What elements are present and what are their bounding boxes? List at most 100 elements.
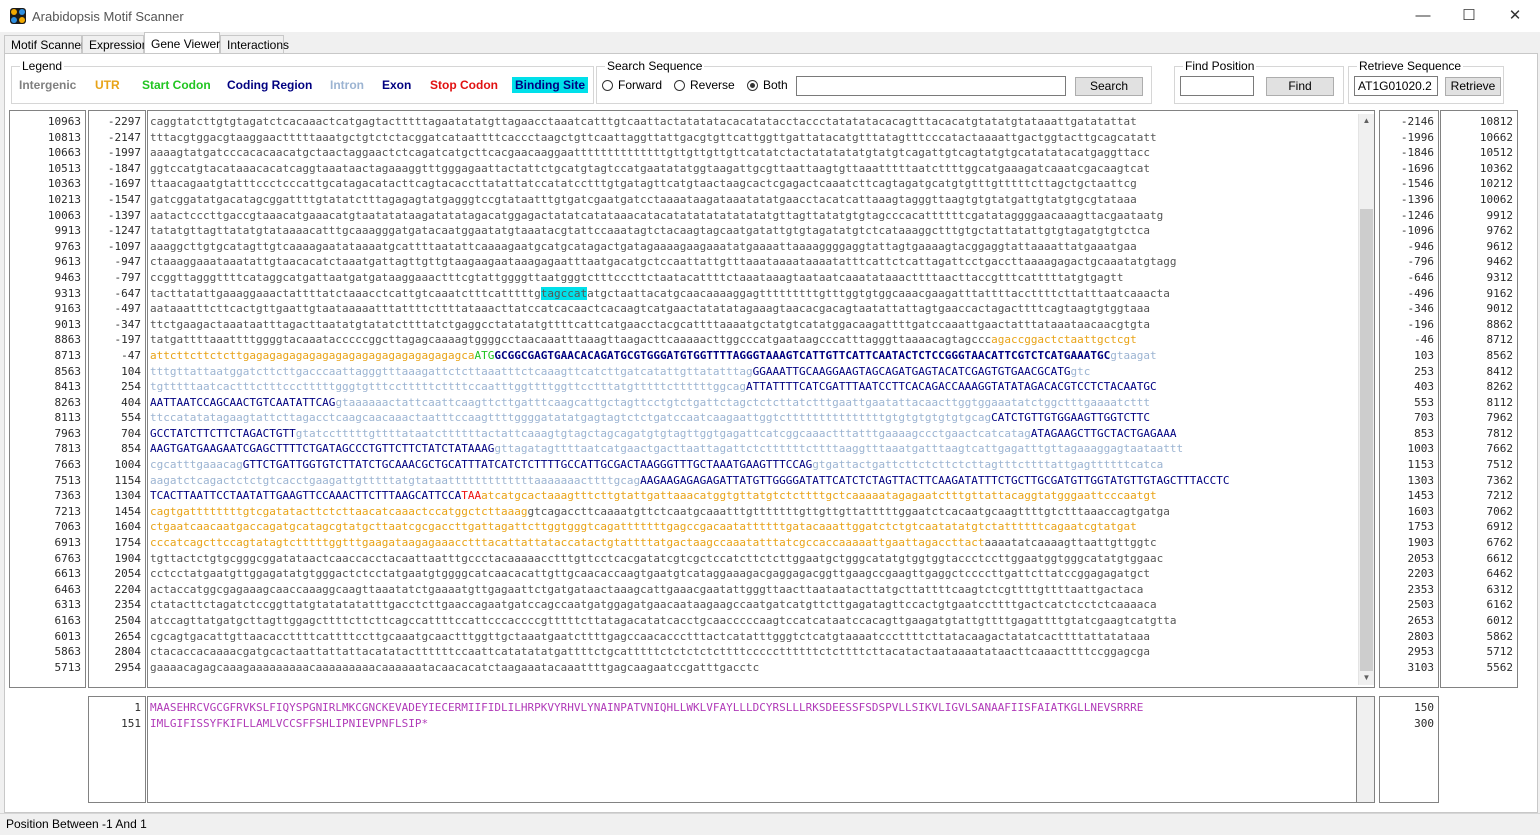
sequence-line: tttacgtggacgtaaggaactttttaaatgctgtctctac…: [150, 130, 1374, 146]
sequence-segment: aaaatatcaaaagttaattgttggtc: [984, 536, 1157, 550]
absolute-position-label: 7663: [54, 458, 82, 472]
radio-forward[interactable]: Forward: [602, 78, 662, 94]
sequence-segment: atgctaattacatgcaacaaaaggagtttttttttgtttg…: [587, 286, 1170, 300]
sequence-line: ctacaccacaaaacgatgcactaattattattacatatac…: [150, 644, 1374, 660]
protein-position-label: 300: [1414, 716, 1434, 730]
absolute-position-label: 8263: [54, 395, 82, 409]
radio-reverse[interactable]: Reverse: [674, 78, 735, 94]
tab-motif-scanner[interactable]: Motif Scanner: [4, 35, 85, 53]
absolute-position-label: 6612: [1486, 551, 1514, 565]
protein-position-label: 151: [121, 716, 141, 730]
tab-expression[interactable]: Expression: [82, 35, 148, 53]
sequence-segment: tatgattttaaattttggggtacaaatacccccggcttag…: [150, 333, 992, 347]
sequence-line: AATTAATCCAGCAACTGTCAATATTCAGgtaaaaaactat…: [150, 395, 1374, 411]
protein-line: IMLGIFISSYFKIFLLAMLVCCSFFSHLIPNIEVPNFLSI…: [150, 716, 429, 730]
absolute-position-label: 8262: [1486, 380, 1514, 394]
absolute-position-label: 7813: [54, 442, 82, 456]
status-text: Position Between -1 And 1: [6, 817, 147, 831]
relative-position-label: -946: [1407, 239, 1435, 253]
relative-position-label: 553: [1414, 395, 1434, 409]
find-position-input[interactable]: [1180, 76, 1254, 96]
sequence-segment: aatactcccttgaccgtaaacatgaaacatgtaatatata…: [150, 208, 1164, 222]
relative-position-label: 1753: [1407, 520, 1435, 534]
relative-position-label: 1004: [114, 458, 142, 472]
absolute-position-label: 7062: [1486, 504, 1514, 518]
close-icon[interactable]: ✕: [1492, 0, 1538, 32]
legend-utr: UTR: [95, 78, 120, 92]
sequence-segment: atccagttatgatgcttagttggagcttttcttcttcagc…: [150, 614, 1177, 627]
sequence-line: tgtttttaatcactttctttccctttttgggtgtttcctt…: [150, 379, 1374, 395]
legend-start-codon: Start Codon: [142, 78, 211, 92]
absolute-position-label: 9313: [54, 286, 82, 300]
search-button[interactable]: Search: [1075, 77, 1143, 96]
absolute-position-label: 8713: [54, 348, 82, 362]
sequence-segment: gatcggatatgacatagcggattttgtatatctttagaga…: [150, 192, 1137, 206]
absolute-position-label: 7063: [54, 520, 82, 534]
sequence-line: aagatctcagactctctgtcacctgaagattgtttttatg…: [150, 473, 1374, 489]
absolute-position-label: 5863: [54, 645, 82, 659]
absolute-position-label: 7662: [1486, 442, 1514, 456]
sequence-segment: ttctgaagactaaataatttagacttaatatgtatatctt…: [150, 317, 1151, 331]
sequence-line: attcttcttctcttgagagagagagagagagagagagaga…: [150, 348, 1374, 364]
tab-interactions[interactable]: Interactions: [220, 35, 289, 53]
gene-id-input[interactable]: [1354, 76, 1438, 96]
protein-scrollbar[interactable]: [1356, 696, 1375, 803]
sequence-text[interactable]: caggtatcttgtgtagatctcacaaactcatgagtacttt…: [147, 110, 1375, 688]
absolute-position-label: 8412: [1486, 364, 1514, 378]
absolute-position-label: 6613: [54, 567, 82, 581]
protein-position-label: 150: [1414, 701, 1434, 714]
sequence-segment: ccggttagggttttcataggcatgattaatgatgataagg…: [150, 270, 1124, 284]
relative-position-label: -1097: [107, 239, 141, 253]
relative-position-label: 2803: [1407, 629, 1435, 643]
relative-position-label: -647: [114, 286, 142, 300]
scroll-up-icon[interactable]: ▲: [1359, 114, 1374, 128]
sequence-line: ttctgaagactaaataatttagacttaatatgtatatctt…: [150, 317, 1374, 333]
protein-position-label: 1: [134, 701, 141, 714]
left-absolute-positions: 10963 10813 10663 10513 10363 10213 10063 9913 9…: [9, 110, 86, 688]
absolute-position-label: 9163: [54, 302, 82, 316]
absolute-position-label: 9763: [54, 239, 82, 253]
radio-both[interactable]: Both: [747, 78, 788, 94]
find-title: Find Position: [1183, 59, 1257, 73]
maximize-icon[interactable]: ☐: [1446, 0, 1492, 32]
protein-sequence-text[interactable]: MAASEHRCVGCGFRVKSLFIQYSPGNIRLMKCGNCKEVAD…: [147, 696, 1357, 803]
relative-position-label: 554: [121, 411, 141, 425]
tab-gene-viewer[interactable]: Gene Viewer: [144, 32, 220, 54]
relative-position-label: -1996: [1400, 130, 1434, 144]
right-absolute-positions: 10812 10662 10512 10362 10212 10062 9912 9762 96…: [1440, 110, 1518, 688]
sequence-segment: tttacgtggacgtaaggaactttttaaatgctgtctctac…: [150, 130, 1157, 144]
absolute-position-label: 9612: [1486, 239, 1514, 253]
sequence-scrollbar[interactable]: ▲ ▼: [1358, 114, 1374, 685]
relative-position-label: -2147: [107, 130, 141, 144]
sequence-segment: GCGGCGAGTGAACACAGATGCGTGGGATGTGGTTTTAGGG…: [494, 348, 1111, 362]
absolute-position-label: 6763: [54, 551, 82, 565]
relative-position-label: 1904: [114, 551, 142, 565]
absolute-position-label: 5862: [1486, 629, 1514, 643]
sequence-line: ggtccatgtacataaacacatcaggtaaataactagaaag…: [150, 161, 1374, 177]
legend-title: Legend: [20, 59, 65, 73]
absolute-position-label: 6012: [1486, 614, 1514, 627]
relative-position-label: 1454: [114, 504, 142, 518]
search-input[interactable]: [796, 76, 1066, 96]
relative-position-label: 1153: [1407, 458, 1435, 472]
sequence-segment: tacttatattgaaaggaaactattttatctaaacctcatt…: [150, 286, 541, 300]
sequence-segment: caggtatcttgtgtagatctcacaaactcatgagtacttt…: [150, 115, 1137, 128]
relative-position-label: 1754: [114, 536, 142, 550]
relative-position-label: 2203: [1407, 567, 1435, 581]
retrieve-button[interactable]: Retrieve: [1445, 77, 1501, 96]
absolute-position-label: 9913: [54, 224, 82, 238]
sequence-segment: cgcagtgacattgttaacaccttttcattttccttgcaaa…: [150, 629, 1151, 643]
relative-position-label: 2054: [114, 567, 142, 581]
relative-position-label: 1603: [1407, 504, 1435, 518]
relative-position-label: -47: [121, 348, 141, 362]
absolute-position-label: 9013: [54, 317, 82, 331]
relative-position-label: 1903: [1407, 536, 1435, 550]
sequence-segment: ctaaaggaaataaatattgtaacacatctaaatgattagt…: [150, 255, 1177, 269]
sequence-line: cgcagtgacattgttaacaccttttcattttccttgcaaa…: [150, 629, 1374, 645]
sequence-segment: gtaaaaaactattcaattcaagttcttgatttcaagcatt…: [335, 395, 1151, 409]
scroll-down-icon[interactable]: ▼: [1359, 671, 1374, 685]
scroll-thumb[interactable]: [1360, 209, 1373, 671]
minimize-icon[interactable]: —: [1400, 0, 1446, 32]
sequence-segment: ctatacttctagatctccggttatgtatatatatttgacc…: [150, 598, 1157, 612]
find-button[interactable]: Find: [1266, 77, 1334, 96]
